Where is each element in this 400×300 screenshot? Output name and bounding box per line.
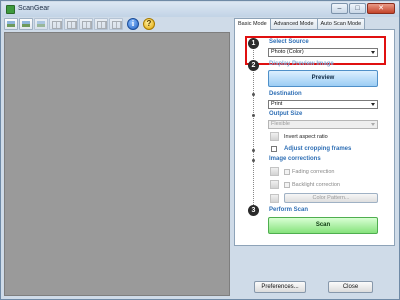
backlight-correction-label: Backlight correction	[292, 182, 340, 188]
output-size-dropdown[interactable]: Flexible	[268, 120, 378, 129]
adjust-cropping-checkbox[interactable]	[271, 146, 277, 152]
tab-auto-scan-mode[interactable]: Auto Scan Mode	[316, 18, 366, 29]
image-corrections-label: Image corrections	[269, 156, 321, 162]
color-pattern-button[interactable]: Color Pattern...	[284, 193, 378, 203]
scan-image-icon[interactable]	[34, 18, 48, 30]
fading-correction-icon	[270, 167, 279, 176]
destination-dot	[252, 93, 255, 96]
title-bar: ScanGear – □ ✕	[2, 2, 399, 17]
fading-correction-checkbox[interactable]	[284, 169, 290, 175]
corrections-dot	[252, 159, 255, 162]
app-icon	[6, 5, 15, 14]
window-title: ScanGear	[18, 5, 50, 12]
backlight-correction-icon	[270, 180, 279, 189]
minimize-button[interactable]: –	[331, 3, 348, 14]
scan-image-icon[interactable]	[4, 18, 18, 30]
invert-aspect-label: Invert aspect ratio	[284, 134, 328, 140]
scan-image-icon[interactable]	[19, 18, 33, 30]
step-timeline	[253, 48, 254, 213]
preview-area[interactable]	[4, 32, 230, 296]
window-controls: – □ ✕	[330, 3, 395, 15]
grid-icon[interactable]	[109, 18, 123, 30]
close-window-button[interactable]: ✕	[367, 3, 395, 14]
step-2-badge: 2	[248, 60, 259, 71]
chevron-down-icon	[371, 103, 375, 106]
grid-icon[interactable]	[94, 18, 108, 30]
output-size-label: Output Size	[269, 111, 303, 117]
destination-value: Print	[271, 101, 283, 107]
tab-basic-mode[interactable]: Basic Mode	[234, 18, 271, 30]
info-icon[interactable]: i	[127, 18, 139, 30]
fading-correction-label: Fading correction	[292, 169, 335, 175]
mode-tabs: Basic Mode Advanced Mode Auto Scan Mode	[234, 18, 366, 30]
adjust-cropping-label: Adjust cropping frames	[284, 146, 352, 152]
output-size-dot	[252, 114, 255, 117]
grid-icon[interactable]	[49, 18, 63, 30]
toolbar: i ?	[4, 16, 232, 32]
tab-advanced-mode[interactable]: Advanced Mode	[269, 18, 318, 29]
scan-button[interactable]: Scan	[268, 217, 378, 234]
destination-label: Destination	[269, 91, 302, 97]
color-pattern-icon	[270, 194, 279, 203]
grid-icon[interactable]	[64, 18, 78, 30]
preferences-button[interactable]: Preferences...	[254, 281, 306, 293]
close-button[interactable]: Close	[328, 281, 373, 293]
perform-scan-label: Perform Scan	[269, 207, 309, 213]
cropping-dot	[252, 149, 255, 152]
maximize-button[interactable]: □	[349, 3, 366, 14]
display-preview-label: Display Preview Image	[269, 61, 334, 67]
destination-dropdown[interactable]: Print	[268, 100, 378, 109]
preview-button[interactable]: Preview	[268, 70, 378, 87]
backlight-correction-checkbox[interactable]	[284, 182, 290, 188]
invert-aspect-icon[interactable]	[270, 132, 279, 141]
grid-icon[interactable]	[79, 18, 93, 30]
help-icon[interactable]: ?	[143, 18, 155, 30]
chevron-down-icon	[371, 123, 375, 126]
output-size-value: Flexible	[271, 121, 290, 127]
step-3-badge: 3	[248, 205, 259, 216]
